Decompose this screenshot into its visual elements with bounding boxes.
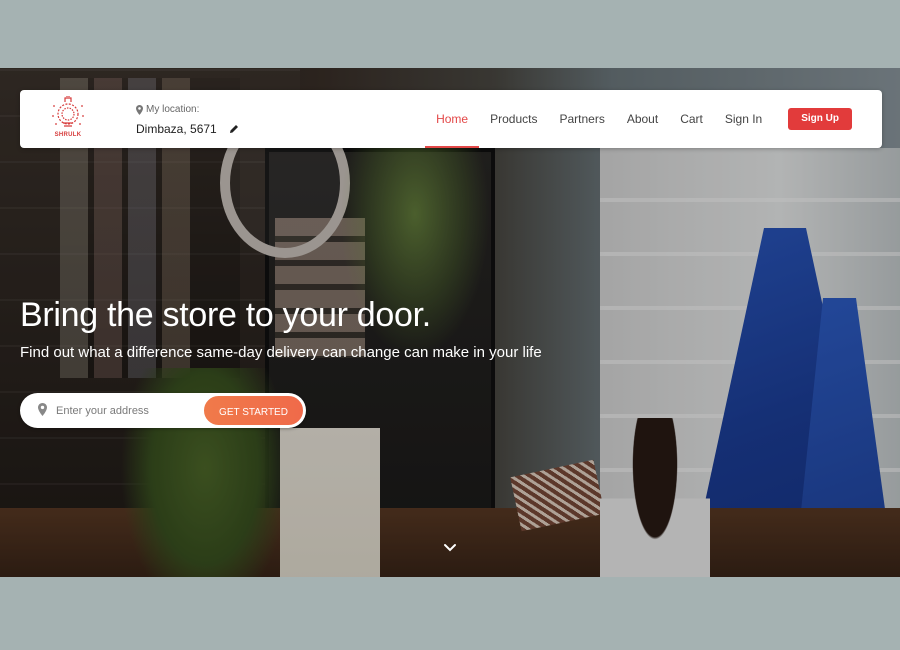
- hero-title: Bring the store to your door.: [20, 296, 431, 334]
- chevron-down-icon[interactable]: [443, 543, 457, 553]
- hero-subtitle: Find out what a difference same-day deli…: [20, 344, 542, 361]
- map-pin-icon: [38, 403, 47, 416]
- map-pin-icon: [136, 104, 143, 115]
- nav-about[interactable]: About: [616, 90, 669, 148]
- nav-home[interactable]: Home: [425, 90, 480, 148]
- location-widget[interactable]: My location: Dimbaza, 5671: [136, 104, 239, 136]
- nav-products[interactable]: Products: [479, 90, 548, 148]
- lightbulb-logo-icon: [52, 95, 84, 127]
- location-value: Dimbaza, 5671: [136, 122, 217, 136]
- nav-partners[interactable]: Partners: [548, 90, 615, 148]
- pencil-icon[interactable]: [229, 124, 239, 134]
- nav-cart[interactable]: Cart: [669, 90, 714, 148]
- address-search: GET STARTED: [20, 393, 306, 428]
- logo-text: SHRULK: [54, 132, 82, 138]
- navbar: SHRULK My location: Dimbaza, 5671 Home P…: [20, 90, 882, 148]
- nav-sign-in[interactable]: Sign In: [714, 90, 773, 148]
- get-started-button[interactable]: GET STARTED: [202, 394, 305, 427]
- sign-up-button[interactable]: Sign Up: [788, 108, 852, 130]
- nav-links: Home Products Partners About Cart Sign I…: [425, 90, 852, 148]
- location-label-row: My location:: [136, 104, 239, 115]
- address-input[interactable]: [56, 393, 206, 428]
- location-value-row: Dimbaza, 5671: [136, 122, 239, 136]
- logo[interactable]: SHRULK: [48, 95, 88, 142]
- location-label: My location:: [146, 104, 200, 115]
